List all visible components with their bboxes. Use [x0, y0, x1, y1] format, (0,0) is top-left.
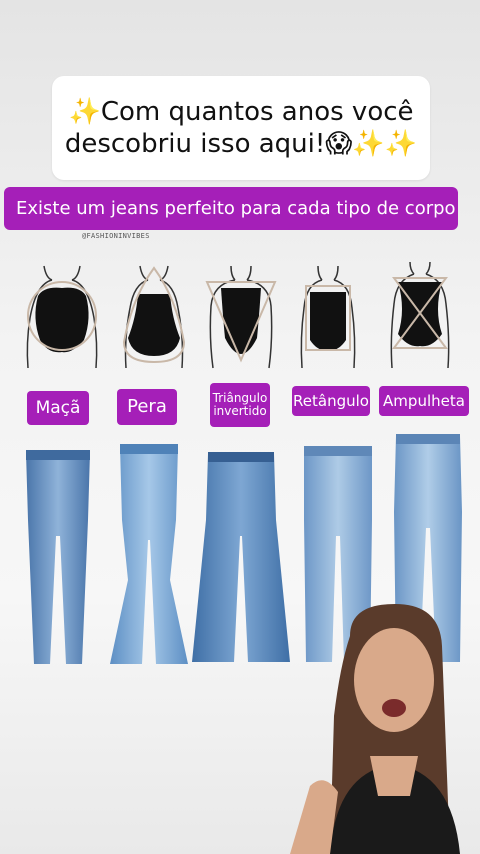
label-inverted-triangle: Triângulo invertido	[210, 383, 270, 427]
label-apple: Maçã	[27, 391, 89, 425]
label-pear-text: Pera	[127, 396, 167, 418]
label-apple-text: Maçã	[35, 397, 81, 418]
flare-jeans-image	[110, 444, 188, 664]
watermark-credit: @FASHIONINVIBES	[82, 232, 150, 240]
caption-line-1: ✨Com quantos anos você	[68, 96, 414, 127]
skinny-jeans-image	[26, 450, 90, 664]
pear-body-figure	[122, 265, 186, 369]
label-hourglass: Ampulheta	[379, 386, 469, 416]
apple-body-figure	[26, 265, 98, 369]
label-rectangle-text: Retângulo	[293, 391, 369, 410]
inverted-triangle-body-figure	[205, 265, 277, 369]
label-rectangle: Retângulo	[292, 386, 370, 416]
hourglass-body-figure	[390, 261, 450, 369]
banner-text: Existe um jeans perfeito para cada tipo …	[16, 198, 456, 219]
caption-box: ✨Com quantos anos você descobriu isso aq…	[52, 76, 430, 180]
label-hourglass-text: Ampulheta	[383, 391, 465, 410]
presenter-video-overlay	[290, 604, 460, 854]
label-pear: Pera	[117, 389, 177, 425]
label-inverted-triangle-line2: invertido	[213, 404, 267, 418]
title-banner: Existe um jeans perfeito para cada tipo …	[4, 187, 458, 230]
wide-leg-jeans-image	[192, 452, 290, 662]
rectangle-body-figure	[300, 265, 356, 369]
caption-line-2: descobriu isso aqui!😱✨✨	[64, 129, 418, 159]
